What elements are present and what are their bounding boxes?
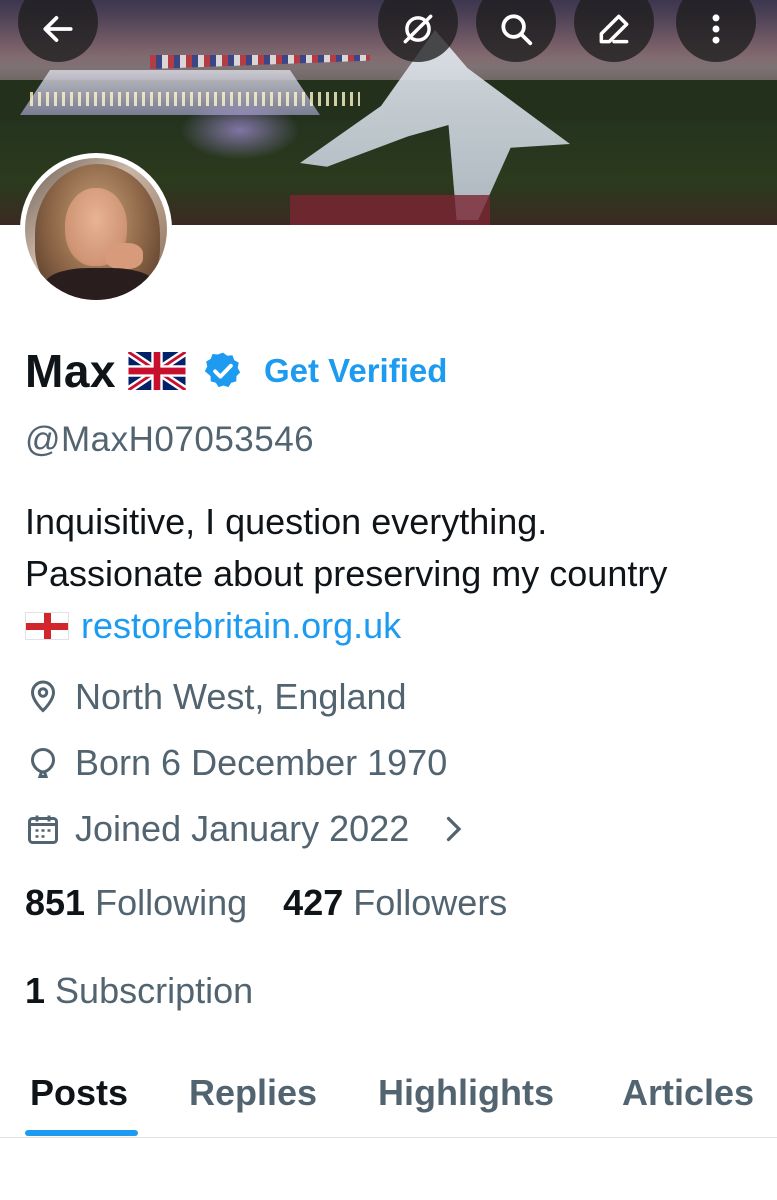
profile-handle: @MaxH07053546 <box>25 420 315 459</box>
subscription-label: Subscription <box>55 970 254 1011</box>
birthdate-text: Born 6 December 1970 <box>75 742 448 783</box>
get-verified-link[interactable]: Get Verified <box>264 352 447 390</box>
avatar-hand <box>105 243 143 269</box>
active-tab-indicator <box>25 1130 138 1136</box>
profile-name: Max <box>25 345 116 397</box>
bio-website-link[interactable]: restorebritain.org.uk <box>81 605 401 646</box>
bio-line-3: restorebritain.org.uk <box>25 600 765 652</box>
avatar[interactable] <box>20 153 172 305</box>
arrow-left-icon <box>43 16 73 42</box>
joined-text: Joined January 2022 <box>75 808 410 849</box>
tab-highlights[interactable]: Highlights <box>378 1072 554 1114</box>
more-icon <box>712 14 720 44</box>
profile-bio: Inquisitive, I question everything. Pass… <box>25 496 765 652</box>
search-icon <box>501 14 533 46</box>
location-text: North West, England <box>75 676 407 717</box>
followers-count: 427 <box>283 882 344 923</box>
banner-stage-glow <box>180 100 300 160</box>
following-label: Following <box>95 882 248 923</box>
bio-line-2: Passionate about preserving my country <box>25 553 668 594</box>
tab-replies[interactable]: Replies <box>189 1072 317 1114</box>
profile-tabs: Posts Replies Highlights Articles <box>0 1060 777 1138</box>
compose-icon <box>599 14 629 44</box>
profile-location: North West, England <box>25 676 407 718</box>
england-flag-icon <box>25 612 69 640</box>
grok-icon <box>403 14 433 44</box>
followers-label: Followers <box>353 882 508 923</box>
balloon-icon <box>30 747 56 778</box>
tab-articles[interactable]: Articles <box>622 1072 754 1114</box>
avatar-shirt <box>45 268 155 300</box>
banner-rug <box>290 195 490 225</box>
profile-birthdate: Born 6 December 1970 <box>25 742 447 784</box>
bio-line-1: Inquisitive, I question everything. <box>25 501 548 542</box>
follow-stats: 851 Following 427 Followers <box>25 882 507 924</box>
profile-joined[interactable]: Joined January 2022 <box>25 808 471 850</box>
calendar-icon <box>28 815 58 844</box>
profile-name-row: Max Get Verified <box>25 342 447 400</box>
avatar-photo <box>25 158 167 300</box>
uk-flag-icon <box>127 352 186 390</box>
subscriptions-link[interactable]: 1 Subscription <box>25 970 253 1012</box>
tab-posts[interactable]: Posts <box>30 1072 128 1114</box>
verified-badge-icon[interactable] <box>202 350 244 392</box>
following-count: 851 <box>25 882 86 923</box>
subscription-count: 1 <box>25 970 46 1011</box>
chevron-right-icon <box>447 816 462 842</box>
following-link[interactable]: 851 Following <box>25 882 247 924</box>
followers-link[interactable]: 427 Followers <box>283 882 507 924</box>
location-pin-icon <box>30 680 56 713</box>
